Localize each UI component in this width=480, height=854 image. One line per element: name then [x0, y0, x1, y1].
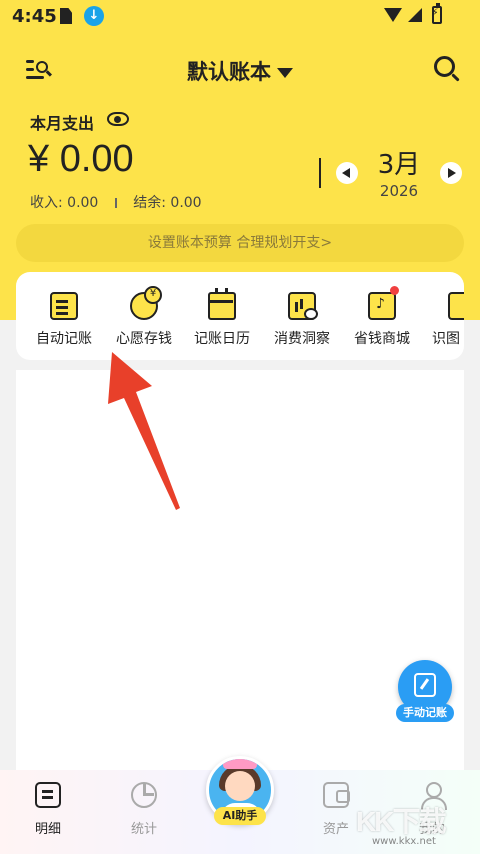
- year-label: 2026: [379, 182, 419, 200]
- manual-record-label[interactable]: 手动记账: [396, 704, 454, 722]
- feature-label: 记账日历: [194, 331, 250, 347]
- watermark-url: www.kkx.net: [372, 836, 436, 847]
- wifi-icon: [384, 8, 402, 22]
- insight-chart-icon: [288, 292, 318, 320]
- piggy-bank-icon: [130, 286, 162, 320]
- feature-label: 识图: [432, 331, 460, 347]
- divider: [114, 198, 117, 208]
- edit-icon: [414, 673, 436, 697]
- status-bar: 4:45 ↓: [0, 0, 480, 32]
- avatar-glasses: [223, 759, 257, 769]
- calendar-icon: [208, 288, 236, 320]
- feature-insight[interactable]: 消费洞察: [262, 272, 342, 360]
- income-balance-line: 收入: 0.00 结余: 0.00: [30, 192, 202, 212]
- book-selector[interactable]: 默认账本: [0, 56, 480, 86]
- feature-wish-saving[interactable]: 心愿存钱: [104, 272, 184, 360]
- chevron-down-icon: [277, 68, 293, 78]
- pie-chart-icon: [131, 782, 157, 808]
- income-value: 0.00: [67, 195, 99, 211]
- feature-label: 心愿存钱: [116, 331, 172, 347]
- book-title: 默认账本: [187, 60, 271, 84]
- signal-icon: [408, 8, 422, 22]
- scan-icon: [448, 292, 464, 320]
- auto-record-icon: [50, 292, 78, 320]
- vertical-divider: [319, 158, 321, 188]
- sim-card-icon: [60, 8, 72, 24]
- eye-icon[interactable]: [107, 112, 129, 126]
- budget-banner[interactable]: 设置账本预算 合理规划开支>: [16, 224, 464, 262]
- tab-statistics[interactable]: 统计: [114, 782, 174, 838]
- prev-month-button[interactable]: [336, 162, 358, 184]
- wallet-icon: [323, 782, 350, 808]
- feature-label: 消费洞察: [274, 331, 330, 347]
- ai-assistant-label[interactable]: AI助手: [214, 807, 266, 825]
- feature-auto-record[interactable]: 自动记账: [24, 272, 104, 360]
- balance-label: 结余:: [133, 195, 166, 211]
- feature-mall[interactable]: 省钱商城: [342, 272, 422, 360]
- feature-label: 省钱商城: [354, 331, 410, 347]
- feature-scan[interactable]: 识图: [422, 272, 464, 360]
- feature-row: 自动记账 心愿存钱 记账日历 消费洞察 省钱商城 识图: [16, 272, 464, 360]
- monthly-expense-label: 本月支出: [30, 114, 95, 133]
- feature-calendar[interactable]: 记账日历: [182, 272, 262, 360]
- tab-details[interactable]: 明细: [18, 782, 78, 838]
- month-label[interactable]: 3月: [364, 144, 434, 181]
- next-month-button[interactable]: [440, 162, 462, 184]
- notification-dot: [390, 286, 399, 295]
- balance-value: 0.00: [170, 195, 202, 211]
- avatar-face: [225, 771, 255, 801]
- tab-label: 明细: [34, 822, 61, 837]
- list-icon: [35, 782, 61, 808]
- tab-label: 统计: [130, 822, 157, 837]
- watermark-logo: KK下载: [356, 806, 446, 837]
- status-time: 4:45: [12, 6, 57, 27]
- feature-label: 自动记账: [36, 331, 92, 347]
- battery-icon: [431, 3, 442, 24]
- shopping-bag-icon: [368, 286, 399, 320]
- income-label: 收入:: [30, 195, 63, 211]
- expense-amount: ¥ 0.00: [28, 138, 134, 180]
- search-icon[interactable]: [434, 56, 460, 82]
- download-icon: ↓: [84, 6, 104, 26]
